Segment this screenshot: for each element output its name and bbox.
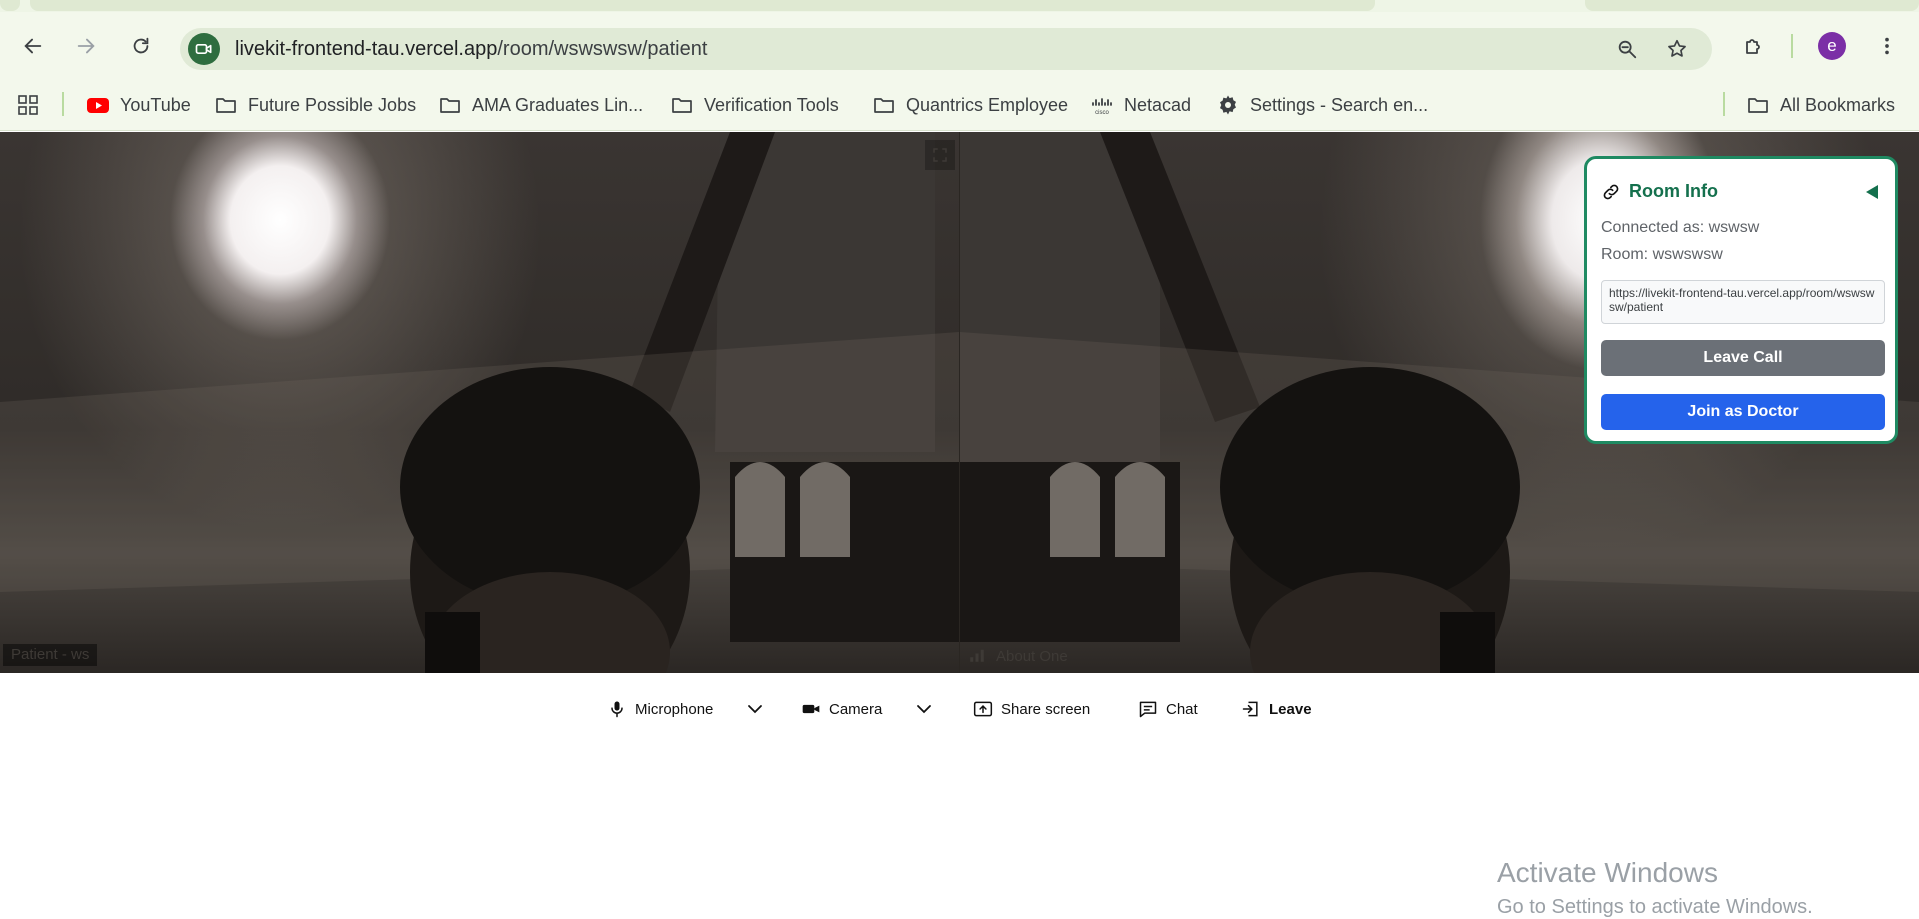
activate-windows-title: Activate Windows [1497, 857, 1718, 888]
room-info-panel: Room Info Connected as: wswsw Room: wsws… [1584, 156, 1898, 444]
url-text[interactable]: livekit-frontend-tau.vercel.app/room/wsw… [235, 38, 707, 61]
gear-icon [1220, 95, 1236, 115]
site-info-icon[interactable] [188, 33, 220, 65]
kebab-menu-icon [1885, 37, 1889, 55]
control-bar: Microphone Camera Share screen Chat Leav… [0, 673, 1919, 743]
bookmark-ama-graduates[interactable]: AMA Graduates Lin... [438, 88, 643, 122]
connection-quality-icon [968, 646, 986, 668]
zoom-icon[interactable] [1614, 36, 1640, 62]
leave-button[interactable]: Leave [1241, 695, 1312, 723]
bookmark-settings-search[interactable]: Settings - Search en... [1216, 88, 1428, 122]
apps-button[interactable] [16, 88, 40, 122]
room-info-title-text: Room Info [1629, 181, 1718, 201]
folder-icon [216, 98, 236, 113]
cisco-icon: cisco [1092, 98, 1112, 116]
room-link-field[interactable]: https://livekit-frontend-tau.vercel.app/… [1601, 280, 1885, 324]
connected-as-text: Connected as: wswsw [1601, 219, 1760, 236]
bookmark-label: Netacad [1124, 94, 1192, 115]
participant-tile-patient[interactable]: Patient - ws [0, 132, 959, 673]
bookmarks-bar: YouTube Future Possible Jobs AMA Graduat… [0, 80, 1919, 131]
url-path: /room/wswswsw/patient [497, 38, 708, 60]
bookmark-label: AMA Graduates Lin... [472, 94, 644, 115]
bookmarks-divider [1723, 92, 1725, 116]
browser-toolbar: livekit-frontend-tau.vercel.app/room/wsw… [0, 12, 1919, 80]
expand-icon[interactable] [925, 140, 955, 170]
bookmark-label: Settings - Search en... [1250, 94, 1429, 115]
activate-windows-subtitle: Go to Settings to activate Windows. [1497, 896, 1813, 918]
tab-edge [0, 0, 20, 11]
camera-options-chevron-icon[interactable] [914, 699, 934, 719]
microphone-label: Microphone [635, 700, 714, 718]
all-bookmarks-label: All Bookmarks [1780, 94, 1896, 115]
url-host: livekit-frontend-tau.vercel.app [235, 38, 498, 60]
reload-icon [133, 37, 149, 54]
bookmark-label: Verification Tools [704, 94, 839, 115]
extensions-button[interactable] [1737, 29, 1771, 63]
chat-button[interactable]: Chat [1138, 695, 1198, 723]
bookmark-star-icon[interactable] [1664, 36, 1690, 62]
toolbar-divider [1791, 34, 1793, 58]
leave-label: Leave [1269, 700, 1312, 718]
bookmarks-divider [62, 92, 64, 116]
microphone-options-chevron-icon[interactable] [745, 699, 765, 719]
bookmark-youtube[interactable]: YouTube [86, 88, 191, 122]
browser-menu-button[interactable] [1870, 29, 1904, 63]
leave-icon [1242, 701, 1258, 717]
svg-text:cisco: cisco [1095, 110, 1109, 116]
folder-icon [440, 98, 460, 113]
forward-button[interactable] [69, 29, 103, 63]
share-screen-icon [973, 701, 993, 717]
participant-name-text: About One [996, 647, 1068, 665]
bookmark-label: YouTube [120, 94, 191, 115]
microphone-icon [611, 701, 623, 718]
camera-icon [802, 704, 820, 714]
apps-grid-icon [18, 95, 38, 115]
forward-arrow-icon [77, 38, 95, 54]
folder-icon [1748, 98, 1768, 113]
folder-icon [672, 98, 692, 113]
youtube-icon [87, 98, 109, 113]
camera-label: Camera [829, 700, 883, 718]
join-as-doctor-button[interactable]: Join as Doctor [1601, 394, 1885, 430]
ceiling-shapes [0, 132, 959, 673]
bookmark-future-possible-jobs[interactable]: Future Possible Jobs [214, 88, 416, 122]
camera-button[interactable]: Camera [801, 695, 882, 723]
tab-edge[interactable] [1585, 0, 1919, 11]
profile-avatar[interactable]: e [1818, 32, 1846, 60]
share-screen-label: Share screen [1001, 700, 1091, 718]
chat-icon [1139, 701, 1157, 718]
reload-button[interactable] [124, 29, 158, 63]
address-bar[interactable]: livekit-frontend-tau.vercel.app/room/wsw… [180, 28, 1712, 70]
back-button[interactable] [16, 29, 50, 63]
link-icon [1603, 184, 1619, 199]
collapse-panel-icon[interactable] [1863, 183, 1881, 201]
participant-name-label: Patient - ws [3, 644, 98, 666]
bookmark-label: Quantrics Employee [906, 94, 1069, 115]
participant-name-label: About One [960, 644, 1076, 666]
room-info-title: Room Info [1601, 181, 1718, 202]
bookmark-quantrics-employee[interactable]: Quantrics Employee [872, 88, 1068, 122]
tab-strip [0, 0, 1919, 12]
bookmark-verification-tools[interactable]: Verification Tools [670, 88, 839, 122]
bookmark-label: Future Possible Jobs [248, 94, 417, 115]
active-tab-edge[interactable] [30, 0, 1375, 11]
microphone-button[interactable]: Microphone [607, 695, 713, 723]
puzzle-icon [1746, 39, 1760, 54]
bookmark-netacad[interactable]: cisco Netacad [1090, 88, 1191, 122]
all-bookmarks-button[interactable]: All Bookmarks [1746, 88, 1895, 122]
room-name-text: Room: wswswsw [1601, 246, 1723, 263]
back-arrow-icon [24, 38, 42, 54]
share-screen-button[interactable]: Share screen [973, 695, 1090, 723]
folder-icon [874, 98, 894, 113]
leave-call-button[interactable]: Leave Call [1601, 340, 1885, 376]
chat-label: Chat [1166, 700, 1198, 718]
